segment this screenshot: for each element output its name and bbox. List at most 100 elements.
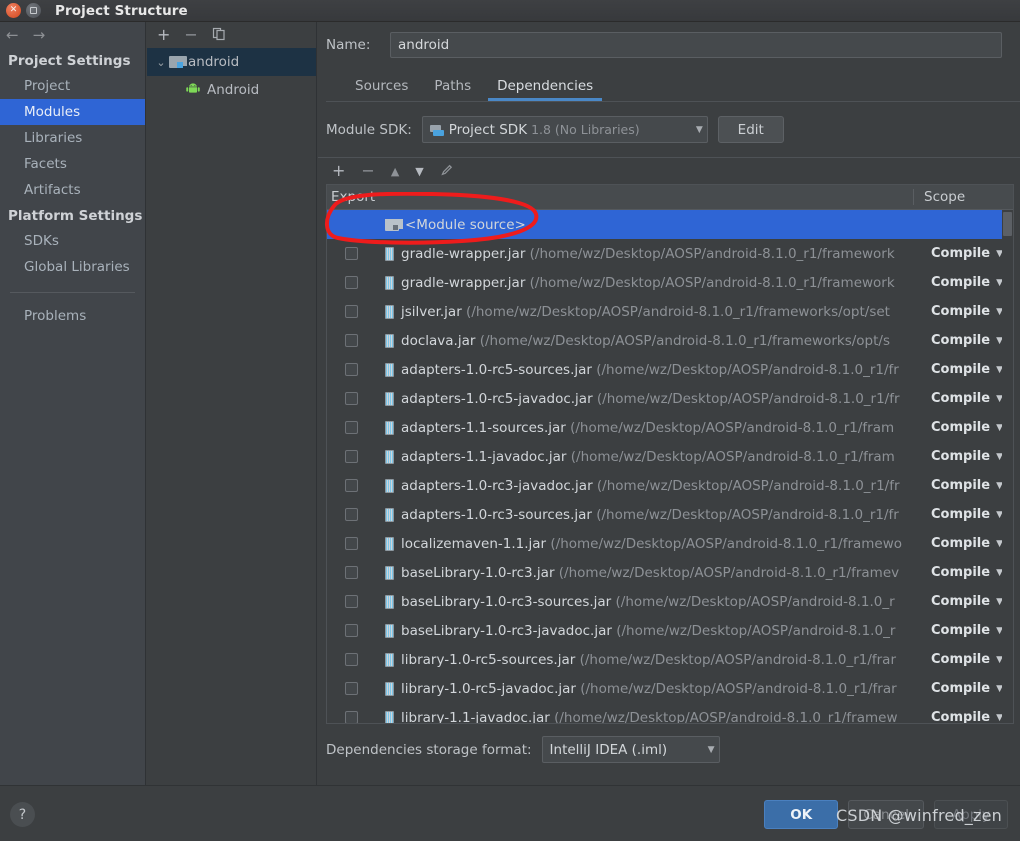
move-up-icon[interactable]: ▲: [391, 166, 399, 177]
sidebar-item-global-libraries[interactable]: Global Libraries: [0, 254, 145, 280]
sidebar-item-libraries[interactable]: Libraries: [0, 125, 145, 151]
table-row[interactable]: adapters-1.0-rc3-javadoc.jar (/home/wz/D…: [327, 471, 1013, 500]
table-row[interactable]: jsilver.jar (/home/wz/Desktop/AOSP/andro…: [327, 297, 1013, 326]
table-row[interactable]: baseLibrary-1.0-rc3-javadoc.jar (/home/w…: [327, 616, 1013, 645]
move-down-icon[interactable]: ▼: [415, 166, 423, 177]
table-row[interactable]: library-1.0-rc5-javadoc.jar (/home/wz/De…: [327, 674, 1013, 703]
sidebar-item-modules[interactable]: Modules: [0, 99, 145, 125]
sidebar-item-facets[interactable]: Facets: [0, 151, 145, 177]
table-row[interactable]: baseLibrary-1.0-rc3-sources.jar (/home/w…: [327, 587, 1013, 616]
chevron-down-icon[interactable]: ▼: [698, 745, 715, 755]
tree-node-android-facet[interactable]: Android: [147, 76, 316, 104]
scope-dropdown[interactable]: Compile ▼: [931, 478, 1013, 493]
table-row[interactable]: baseLibrary-1.0-rc3.jar (/home/wz/Deskto…: [327, 558, 1013, 587]
scope-dropdown[interactable]: Compile ▼: [931, 681, 1013, 696]
table-row[interactable]: gradle-wrapper.jar (/home/wz/Desktop/AOS…: [327, 268, 1013, 297]
scope-dropdown[interactable]: Compile ▼: [931, 246, 1013, 261]
export-checkbox[interactable]: [344, 247, 358, 260]
edit-sdk-button[interactable]: Edit: [717, 116, 784, 143]
table-row[interactable]: doclava.jar (/home/wz/Desktop/AOSP/andro…: [327, 326, 1013, 355]
back-arrow-icon[interactable]: ←: [6, 26, 19, 44]
sidebar-item-sdks[interactable]: SDKs: [0, 228, 145, 254]
scope-dropdown[interactable]: Compile ▼: [931, 536, 1013, 551]
sidebar-item-artifacts[interactable]: Artifacts: [0, 177, 145, 203]
tree-node-android-module[interactable]: ⌄ android: [147, 48, 316, 76]
tab-paths[interactable]: Paths: [425, 75, 480, 101]
maximize-window-button[interactable]: [26, 3, 41, 18]
scope-dropdown[interactable]: Compile ▼: [931, 449, 1013, 464]
sidebar-group-platform-settings: Platform Settings: [8, 208, 143, 224]
dependency-file-name: library-1.0-rc5-sources.jar: [401, 651, 576, 668]
export-checkbox[interactable]: [344, 363, 358, 376]
export-checkbox[interactable]: [344, 421, 358, 434]
remove-dependency-icon[interactable]: −: [361, 163, 374, 179]
edit-dependency-icon[interactable]: [440, 163, 454, 180]
help-button[interactable]: ?: [10, 802, 35, 827]
table-row[interactable]: adapters-1.0-rc3-sources.jar (/home/wz/D…: [327, 500, 1013, 529]
module-name-input[interactable]: [390, 32, 1002, 58]
scope-dropdown[interactable]: Compile ▼: [931, 507, 1013, 522]
scope-dropdown[interactable]: Compile ▼: [931, 652, 1013, 667]
scope-dropdown[interactable]: Compile ▼: [931, 594, 1013, 609]
scope-dropdown[interactable]: Compile ▼: [931, 623, 1013, 638]
table-row[interactable]: adapters-1.1-javadoc.jar (/home/wz/Deskt…: [327, 442, 1013, 471]
sidebar-item-problems[interactable]: Problems: [0, 303, 145, 329]
scope-dropdown[interactable]: Compile ▼: [931, 565, 1013, 580]
dependency-list-scrollbar[interactable]: [1002, 210, 1013, 723]
export-checkbox[interactable]: [344, 276, 358, 289]
scope-dropdown[interactable]: Compile ▼: [931, 362, 1013, 377]
scope-value: Compile: [931, 594, 991, 609]
export-checkbox[interactable]: [344, 450, 358, 463]
copy-module-icon[interactable]: [212, 27, 226, 44]
table-row[interactable]: library-1.0-rc5-sources.jar (/home/wz/De…: [327, 645, 1013, 674]
add-module-icon[interactable]: +: [157, 27, 170, 43]
scope-dropdown[interactable]: Compile ▼: [931, 391, 1013, 406]
table-row[interactable]: localizemaven-1.1.jar (/home/wz/Desktop/…: [327, 529, 1013, 558]
ok-button[interactable]: OK: [764, 800, 839, 829]
storage-format-dropdown[interactable]: IntelliJ IDEA (.iml) ▼: [541, 736, 720, 763]
table-row[interactable]: gradle-wrapper.jar (/home/wz/Desktop/AOS…: [327, 239, 1013, 268]
table-row[interactable]: library-1.1-javadoc.jar (/home/wz/Deskto…: [327, 703, 1013, 723]
scrollbar-thumb[interactable]: [1003, 212, 1012, 236]
scope-dropdown[interactable]: Compile ▼: [931, 304, 1013, 319]
table-row[interactable]: <Module source>: [327, 210, 1013, 239]
chevron-down-icon[interactable]: ▼: [686, 125, 703, 135]
export-checkbox[interactable]: [344, 624, 358, 637]
tree-node-label: android: [188, 54, 240, 70]
table-row[interactable]: adapters-1.1-sources.jar (/home/wz/Deskt…: [327, 413, 1013, 442]
export-checkbox[interactable]: [344, 392, 358, 405]
forward-arrow-icon[interactable]: →: [33, 26, 46, 44]
remove-module-icon[interactable]: −: [184, 27, 197, 43]
scope-dropdown[interactable]: Compile ▼: [931, 333, 1013, 348]
tab-dependencies[interactable]: Dependencies: [488, 75, 602, 101]
column-header-scope[interactable]: Scope: [913, 189, 1013, 205]
export-checkbox[interactable]: [344, 334, 358, 347]
export-checkbox[interactable]: [344, 711, 358, 723]
export-checkbox[interactable]: [344, 566, 358, 579]
sidebar-item-project[interactable]: Project: [0, 73, 145, 99]
close-window-button[interactable]: ✕: [6, 3, 21, 18]
module-sdk-dropdown[interactable]: Project SDK 1.8 (No Libraries) ▼: [421, 116, 708, 143]
scope-dropdown[interactable]: Compile ▼: [931, 710, 1013, 723]
cancel-button[interactable]: Cancel: [848, 800, 924, 829]
chevron-down-icon[interactable]: ⌄: [153, 56, 169, 69]
export-checkbox[interactable]: [344, 508, 358, 521]
table-row[interactable]: adapters-1.0-rc5-sources.jar (/home/wz/D…: [327, 355, 1013, 384]
export-checkbox[interactable]: [344, 537, 358, 550]
dependency-path: (/home/wz/Desktop/AOSP/android-8.1.0_r1/…: [592, 477, 900, 494]
jar-icon: [385, 710, 394, 723]
export-checkbox[interactable]: [344, 305, 358, 318]
column-header-export[interactable]: Export: [327, 189, 913, 205]
dependency-path: (/home/wz/Desktop/AOSP/android-8.1.0_r: [611, 622, 896, 639]
export-checkbox[interactable]: [344, 479, 358, 492]
export-checkbox[interactable]: [344, 682, 358, 695]
tab-sources[interactable]: Sources: [346, 75, 417, 101]
apply-button[interactable]: Apply: [934, 800, 1008, 829]
scope-dropdown[interactable]: Compile ▼: [931, 420, 1013, 435]
table-row[interactable]: adapters-1.0-rc5-javadoc.jar (/home/wz/D…: [327, 384, 1013, 413]
export-checkbox[interactable]: [344, 653, 358, 666]
scope-dropdown[interactable]: Compile ▼: [931, 275, 1013, 290]
add-dependency-icon[interactable]: +: [332, 163, 345, 179]
export-checkbox[interactable]: [344, 595, 358, 608]
dependency-path: (/home/wz/Desktop/AOSP/android-8.1.0_r1/…: [592, 390, 900, 407]
